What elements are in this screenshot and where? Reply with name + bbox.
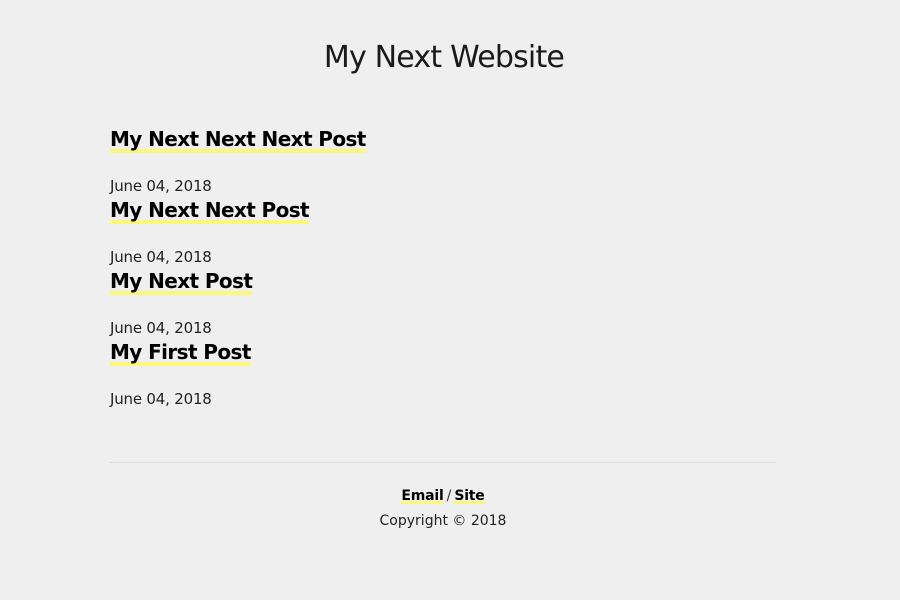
post-title-link[interactable]: My Next Next Next Post bbox=[110, 126, 366, 153]
post-date: June 04, 2018 bbox=[110, 319, 212, 337]
post-item: My First Post June 04, 2018 bbox=[110, 339, 770, 410]
post-title-link[interactable]: My Next Post bbox=[110, 268, 253, 295]
footer-links: Email / Site bbox=[0, 486, 886, 506]
site-link[interactable]: Site bbox=[454, 488, 485, 504]
post-date: June 04, 2018 bbox=[110, 390, 212, 408]
post-list: My Next Next Next Post June 04, 2018 My … bbox=[110, 126, 770, 410]
copyright-text: Copyright © 2018 bbox=[379, 513, 507, 529]
post-item: My Next Next Next Post June 04, 2018 bbox=[110, 126, 770, 197]
site-title[interactable]: My Next Website bbox=[0, 38, 888, 78]
footer-separator: / bbox=[446, 488, 452, 504]
footer-divider bbox=[110, 462, 776, 463]
post-date: June 04, 2018 bbox=[110, 248, 212, 266]
post-date: June 04, 2018 bbox=[110, 177, 212, 195]
email-link[interactable]: Email bbox=[401, 488, 444, 504]
post-title-link[interactable]: My Next Next Post bbox=[110, 197, 310, 224]
post-item: My Next Post June 04, 2018 bbox=[110, 268, 770, 339]
post-title-link[interactable]: My First Post bbox=[110, 339, 251, 366]
post-item: My Next Next Post June 04, 2018 bbox=[110, 197, 770, 268]
